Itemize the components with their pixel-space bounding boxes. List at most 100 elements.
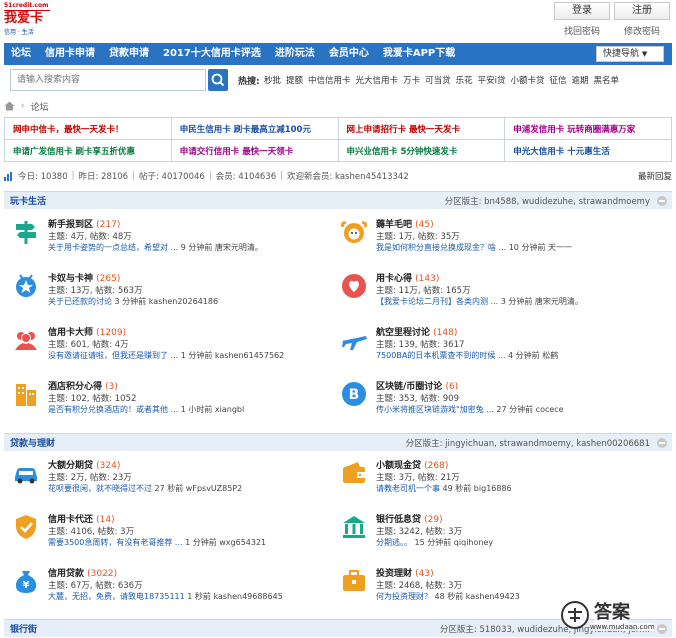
- sheep-icon[interactable]: [340, 218, 368, 246]
- last-post-title[interactable]: 传小米将推区块链游戏"加密兔 ...: [376, 405, 494, 414]
- find-password-link[interactable]: 找回密码: [554, 24, 610, 37]
- forum-entry[interactable]: 信用卡大师 (1209) 主题: 601, 帖数: 4万 没有邀请征请啦，但我还是赚…: [12, 324, 332, 368]
- forum-title[interactable]: 小额现金贷: [376, 461, 421, 471]
- forum-name[interactable]: 新手报到区 (217): [48, 217, 120, 230]
- forum-entry[interactable]: 卡奴与卡神 (265) 主题: 13万, 帖数: 563万 关于已还款的讨论 3 分…: [12, 270, 332, 314]
- quick-nav-dropdown[interactable]: 快捷导航 ▼: [596, 46, 664, 62]
- bank-icon[interactable]: [340, 513, 368, 541]
- hot-search-item[interactable]: 平安i贷: [478, 74, 506, 86]
- hot-search-item[interactable]: 万卡: [403, 74, 420, 86]
- forum-entry[interactable]: 小额现金贷 (268) 主题: 3万, 帖数: 21万 请教老司机一个事 49 秒前…: [340, 457, 660, 501]
- forum-name[interactable]: 小额现金贷 (268): [376, 458, 448, 471]
- nav-item-card-apply[interactable]: 信用卡申请: [38, 43, 102, 65]
- forum-entry[interactable]: 银行低息贷 (29) 主题: 3242, 帖数: 3万 分期逃。。 15 分钟前 q…: [340, 511, 660, 555]
- forum-entry[interactable]: ¥ 信用贷款 (3022) 主题: 67万, 帖数: 636万 大麓，无招，免费，请致…: [12, 565, 332, 609]
- nav-item-advanced[interactable]: 进阶玩法: [268, 43, 322, 65]
- forum-name[interactable]: 银行低息贷 (29): [376, 512, 443, 525]
- car-icon[interactable]: [12, 459, 40, 487]
- forum-title[interactable]: 卡奴与卡神: [48, 274, 93, 284]
- wallet-icon[interactable]: [340, 459, 368, 487]
- forum-title[interactable]: 航空里程讨论: [376, 328, 430, 338]
- newest-replies-link[interactable]: 最新回复: [638, 170, 672, 182]
- signpost-icon[interactable]: [12, 218, 40, 246]
- bitcoin-icon[interactable]: B: [340, 380, 368, 408]
- hot-search-item[interactable]: 逾期: [572, 74, 589, 86]
- forum-entry[interactable]: 信用卡代还 (14) 主题: 4106, 帖数: 3万 需要3500急周转，有没有老…: [12, 511, 332, 555]
- shield-icon[interactable]: [12, 513, 40, 541]
- money-bag-icon[interactable]: ¥: [12, 567, 40, 595]
- forum-title[interactable]: 信用卡代还: [48, 515, 93, 525]
- airplane-icon[interactable]: [340, 326, 368, 354]
- forum-name[interactable]: 卡奴与卡神 (265): [48, 271, 120, 284]
- section-title[interactable]: 贷款与理财: [10, 436, 55, 449]
- hot-search-item[interactable]: 中信信用卡: [308, 74, 351, 86]
- forum-name[interactable]: 信用卡大师 (1209): [48, 325, 126, 338]
- nav-item-forum[interactable]: 论坛: [4, 43, 38, 65]
- forum-title[interactable]: 区块链/币圈讨论: [376, 382, 442, 392]
- last-post-title[interactable]: 7500BA的日本机票查不到的时候 ...: [376, 351, 506, 360]
- forum-title[interactable]: 大额分期贷: [48, 461, 93, 471]
- hot-search-item[interactable]: 秒批: [264, 74, 281, 86]
- section-header[interactable]: 贷款与理财 分区版主: jingyichuan, strawandmoemy, …: [4, 433, 672, 451]
- forum-name[interactable]: 区块链/币圈讨论 (6): [376, 379, 458, 392]
- hot-search-item[interactable]: 征信: [550, 74, 567, 86]
- ad-link[interactable]: 申浦发信用卡 玩转商圈满惠万家: [513, 125, 635, 135]
- nav-item-top10[interactable]: 2017十大信用卡评选: [156, 43, 268, 65]
- forum-entry[interactable]: 薅羊毛吧 (45) 主题: 1万, 帖数: 35万 我是如何积分直接兑换成现金？啥 …: [340, 216, 660, 260]
- register-button[interactable]: 注册: [614, 2, 670, 20]
- last-post-title[interactable]: 何为投资理财？: [376, 592, 432, 601]
- hot-search-item[interactable]: 提额: [286, 74, 303, 86]
- hot-search-item[interactable]: 小额卡贷: [510, 74, 544, 86]
- nav-item-member[interactable]: 会员中心: [322, 43, 376, 65]
- hot-search-item[interactable]: 乐花: [456, 74, 473, 86]
- forum-title[interactable]: 信用贷款: [48, 569, 84, 579]
- heart-icon[interactable]: [340, 272, 368, 300]
- change-password-link[interactable]: 修改密码: [614, 24, 670, 37]
- forum-name[interactable]: 信用卡代还 (14): [48, 512, 115, 525]
- forum-name[interactable]: 薅羊毛吧 (45): [376, 217, 434, 230]
- hotel-icon[interactable]: [12, 380, 40, 408]
- last-post-title[interactable]: 我是如何积分直接兑换成现金？啥 ...: [376, 243, 506, 252]
- collapse-icon[interactable]: [657, 438, 667, 448]
- ad-link[interactable]: 网上申请招行卡 最快一天发卡: [347, 125, 460, 135]
- forum-title[interactable]: 投资理财: [376, 569, 412, 579]
- section-header[interactable]: 玩卡生活 分区版主: bn4588, wudidezuhe, strawandm…: [4, 191, 672, 209]
- last-post-title[interactable]: 关于已还款的讨论: [48, 297, 112, 306]
- search-input[interactable]: [10, 69, 206, 91]
- forum-title[interactable]: 用卡心得: [376, 274, 412, 284]
- hot-search-item[interactable]: 可当贷: [425, 74, 451, 86]
- forum-name[interactable]: 信用贷款 (3022): [48, 566, 117, 579]
- forum-entry[interactable]: 航空里程讨论 (148) 主题: 139, 帖数: 3617 7500BA的日本机票…: [340, 324, 660, 368]
- breadcrumb-current[interactable]: 论坛: [31, 100, 49, 113]
- ad-link[interactable]: 网申中信卡，最快一天发卡！: [13, 125, 124, 135]
- last-post-title[interactable]: 【我爱卡论坛二月刊】各类内测 ...: [376, 297, 498, 306]
- forum-name[interactable]: 大额分期贷 (324): [48, 458, 120, 471]
- ad-link[interactable]: 申请广发信用卡 刷卡享五折优惠: [13, 147, 135, 157]
- forum-name[interactable]: 投资理财 (43): [376, 566, 434, 579]
- collapse-icon[interactable]: [657, 196, 667, 206]
- site-logo[interactable]: 51credit.com 我爱卡 信用 · 生活: [4, 2, 50, 36]
- section-title[interactable]: 玩卡生活: [10, 194, 46, 207]
- forum-entry[interactable]: B 区块链/币圈讨论 (6) 主题: 353, 帖数: 909 传小米将推区块链游戏"…: [340, 378, 660, 422]
- search-button[interactable]: [208, 69, 228, 91]
- nav-item-app[interactable]: 我爱卡APP下载: [376, 43, 462, 65]
- forum-name[interactable]: 航空里程讨论 (148): [376, 325, 457, 338]
- briefcase-icon[interactable]: [340, 567, 368, 595]
- forum-entry[interactable]: 酒店积分心得 (3) 主题: 102, 帖数: 1052 是否有积分兑换酒店的！或者…: [12, 378, 332, 422]
- forum-name[interactable]: 酒店积分心得 (3): [48, 379, 118, 392]
- users-icon[interactable]: [12, 326, 40, 354]
- nav-item-loan-apply[interactable]: 贷款申请: [102, 43, 156, 65]
- last-post-title[interactable]: 关于用卡姿势的一点总结，希望对 ...: [48, 243, 178, 252]
- forum-title[interactable]: 信用卡大师: [48, 328, 93, 338]
- forum-title[interactable]: 酒店积分心得: [48, 382, 102, 392]
- last-post-title[interactable]: 花呗要很闲，就不晓得过不过: [48, 484, 152, 493]
- star-badge-icon[interactable]: [12, 272, 40, 300]
- forum-name[interactable]: 用卡心得 (143): [376, 271, 439, 284]
- last-post-title[interactable]: 是否有积分兑换酒店的！或者其他 ...: [48, 405, 178, 414]
- last-post-title[interactable]: 请教老司机一个事: [376, 484, 440, 493]
- ad-link[interactable]: 申光大信用卡 十元惠生活: [513, 147, 609, 157]
- login-button[interactable]: 登录: [554, 2, 610, 20]
- last-post-title[interactable]: 需要3500急周转，有没有老哥推荐 ...: [48, 538, 183, 547]
- forum-entry[interactable]: 用卡心得 (143) 主题: 11万, 帖数: 165万 【我爱卡论坛二月刊】各类内…: [340, 270, 660, 314]
- last-post-title[interactable]: 分期逃。。: [376, 538, 412, 547]
